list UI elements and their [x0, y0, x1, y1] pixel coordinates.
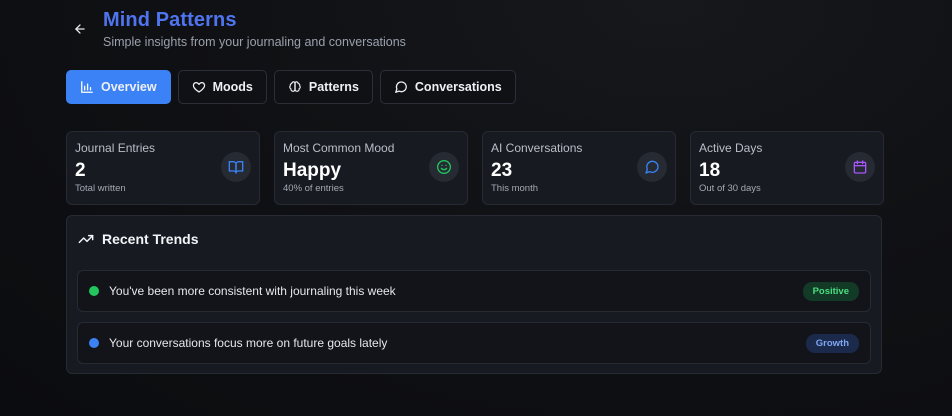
status-dot — [89, 338, 99, 348]
trend-text: Your conversations focus more on future … — [109, 336, 388, 350]
stat-icon-wrap — [845, 152, 875, 182]
message-circle-icon — [645, 160, 659, 174]
tab-label: Moods — [212, 80, 253, 94]
tab-label: Conversations — [414, 80, 502, 94]
tab-moods[interactable]: Moods — [177, 70, 267, 104]
trends-title: Recent Trends — [102, 231, 199, 247]
stat-sub: Total written — [75, 183, 126, 194]
stats-cards: Journal Entries 2 Total written Most Com… — [66, 131, 884, 205]
page-title: Mind Patterns — [103, 9, 237, 31]
tab-label: Overview — [101, 80, 157, 94]
tab-patterns[interactable]: Patterns — [273, 70, 373, 104]
stat-card-common-mood: Most Common Mood Happy 40% of entries — [274, 131, 468, 205]
stat-card-journal-entries: Journal Entries 2 Total written — [66, 131, 260, 205]
status-dot — [89, 286, 99, 296]
stat-icon-wrap — [429, 152, 459, 182]
tab-conversations[interactable]: Conversations — [379, 70, 516, 104]
stat-card-ai-conversations: AI Conversations 23 This month — [482, 131, 676, 205]
tab-overview[interactable]: Overview — [66, 70, 171, 104]
trending-up-icon — [78, 234, 94, 244]
stat-label: Most Common Mood — [283, 141, 395, 155]
trend-badge-growth: Growth — [805, 333, 859, 353]
message-circle-icon — [395, 81, 407, 93]
heart-icon — [192, 81, 205, 93]
stat-card-active-days: Active Days 18 Out of 30 days — [690, 131, 884, 205]
back-button[interactable] — [70, 19, 90, 39]
calendar-icon — [853, 160, 867, 174]
recent-trends-panel: Recent Trends You've been more consisten… — [66, 215, 882, 374]
smile-icon — [437, 160, 451, 174]
stat-sub: This month — [491, 183, 538, 194]
stat-icon-wrap — [221, 152, 251, 182]
stat-label: AI Conversations — [491, 141, 583, 155]
brain-icon — [289, 81, 301, 92]
stat-sub: Out of 30 days — [699, 183, 761, 194]
trend-text: You've been more consistent with journal… — [109, 284, 396, 298]
stat-label: Journal Entries — [75, 141, 156, 155]
tab-bar: Overview Moods Patterns Conversations — [66, 70, 516, 104]
bar-chart-icon — [81, 81, 93, 93]
page-subtitle: Simple insights from your journaling and… — [103, 35, 406, 49]
trend-item: You've been more consistent with journal… — [77, 270, 871, 312]
book-open-icon — [228, 161, 244, 174]
stat-icon-wrap — [637, 152, 667, 182]
tab-label: Patterns — [308, 80, 359, 94]
trend-badge-positive: Positive — [802, 281, 859, 301]
arrow-left-icon — [75, 24, 85, 34]
trends-header: Recent Trends — [78, 231, 198, 247]
stat-label: Active Days — [699, 141, 763, 155]
trend-item: Your conversations focus more on future … — [77, 322, 871, 364]
stat-sub: 40% of entries — [283, 183, 344, 194]
